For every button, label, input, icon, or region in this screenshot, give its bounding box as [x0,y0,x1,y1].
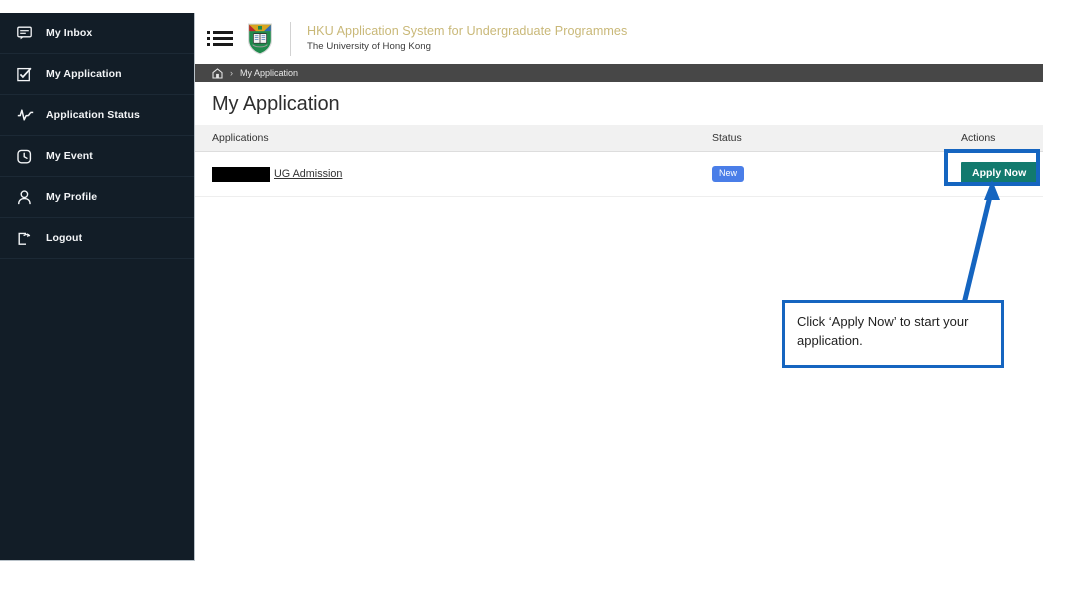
cell-status: New [695,151,953,197]
screenshot-root: My Inbox My Application Application Stat… [0,0,1080,604]
breadcrumb: › My Application [195,64,1043,82]
table-header-row: Applications Status Actions [195,125,1043,152]
app-header: HKU Application System for Undergraduate… [195,13,1043,64]
redaction-block [212,166,270,182]
sidebar-item-application-status[interactable]: Application Status [0,95,194,136]
annotation-callout: Click ‘Apply Now’ to start your applicat… [782,300,1004,368]
column-header-applications: Applications [195,125,695,152]
logout-arrow-icon [17,228,39,248]
brand-block: HKU Application System for Undergraduate… [307,24,627,53]
sidebar: My Inbox My Application Application Stat… [0,13,195,561]
breadcrumb-separator: › [230,68,233,78]
apply-now-button[interactable]: Apply Now [961,162,1038,186]
content-area: HKU Application System for Undergraduate… [195,13,1043,561]
sidebar-item-label: Application Status [46,109,140,121]
sidebar-item-label: My Inbox [46,27,93,39]
page-title: My Application [212,93,340,115]
sidebar-item-logout[interactable]: Logout [0,218,194,259]
column-header-actions: Actions [953,125,1043,152]
application-name-link[interactable]: UG Admission [274,168,342,180]
sidebar-item-label: Logout [46,232,83,244]
sidebar-item-my-inbox[interactable]: My Inbox [0,13,194,54]
home-icon[interactable] [212,67,223,79]
applications-table-wrapper: Applications Status Actions UG Admission [195,125,1043,197]
breadcrumb-current[interactable]: My Application [240,68,298,78]
checklist-icon [17,64,39,84]
sidebar-item-label: My Event [46,150,93,162]
clock-icon [17,146,39,166]
hku-crest-icon[interactable] [246,22,274,56]
applications-table: Applications Status Actions UG Admission [195,125,1043,197]
sidebar-item-my-application[interactable]: My Application [0,54,194,95]
table-row: UG Admission New Apply Now [195,151,1043,197]
column-header-actions-label: Actions [961,132,996,144]
sidebar-item-label: My Application [46,68,122,80]
status-badge: New [712,166,745,182]
person-icon [17,187,39,207]
cell-application: UG Admission [195,151,695,197]
sidebar-item-my-event[interactable]: My Event [0,136,194,177]
cell-actions: Apply Now [953,151,1043,197]
sidebar-item-label: My Profile [46,191,98,203]
inbox-message-icon [17,23,39,43]
app-subtitle: The University of Hong Kong [307,41,431,52]
sidebar-item-my-profile[interactable]: My Profile [0,177,194,218]
hamburger-list-icon[interactable] [207,28,233,50]
header-divider [290,21,291,56]
column-header-status: Status [695,125,953,152]
app-title: HKU Application System for Undergraduate… [307,24,628,38]
annotation-callout-text: Click ‘Apply Now’ to start your applicat… [797,314,969,348]
pulse-activity-icon [17,105,39,125]
